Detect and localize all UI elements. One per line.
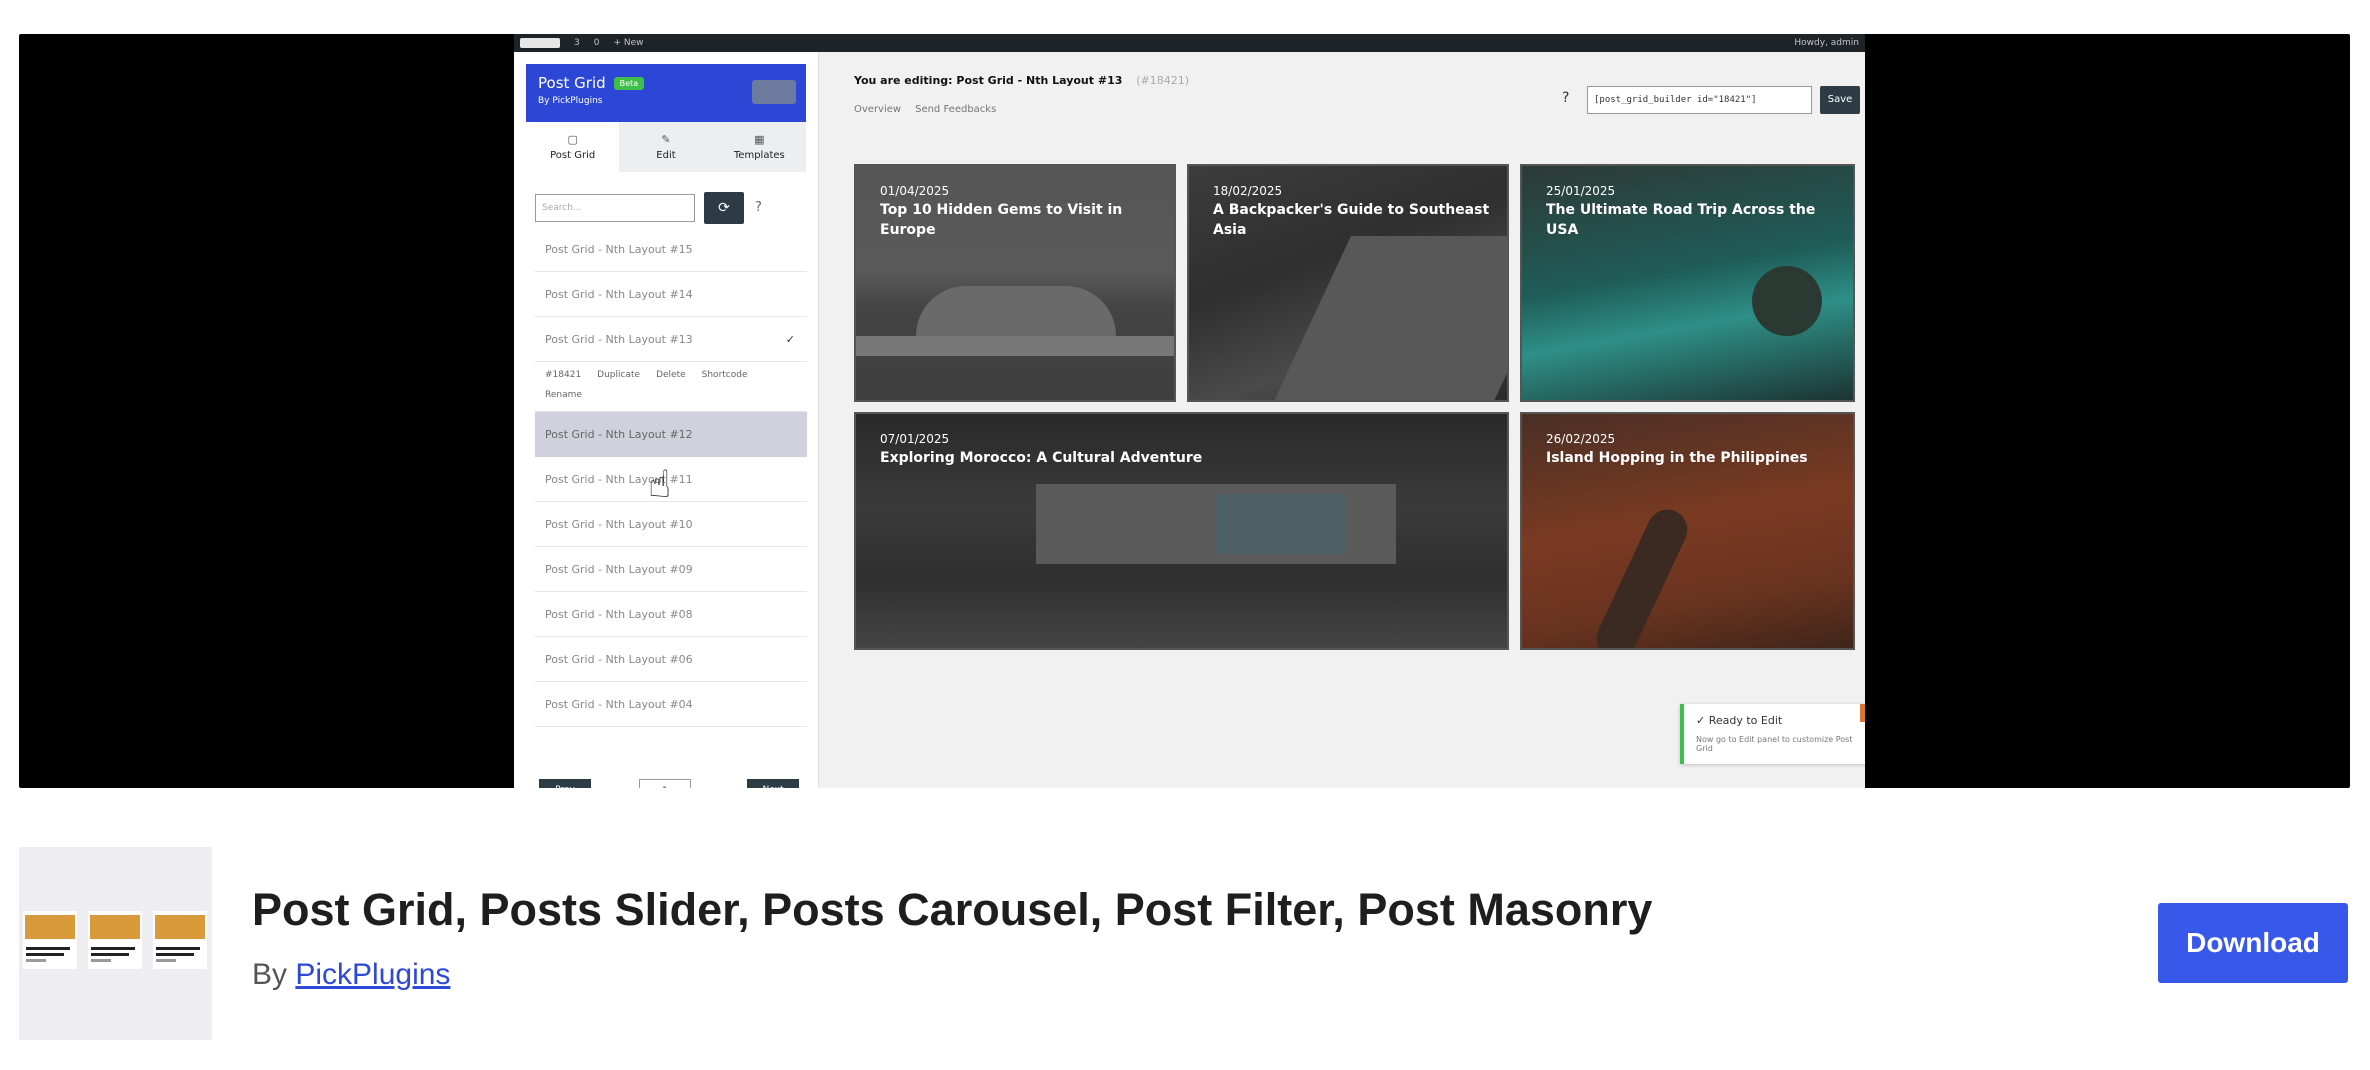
rock-shape [1752,266,1822,336]
post-date: 26/02/2025 [1546,432,1616,446]
post-card: 18/02/2025 A Backpacker's Guide to South… [1187,164,1509,402]
download-button[interactable]: Download [2158,903,2348,983]
list-item: Post Grid - Nth Layout #10 [535,502,807,547]
next-button: Next [747,779,799,788]
list-item-actions: #18421 Duplicate Delete Shortcode Rename [535,362,807,412]
river-shape [856,336,1174,356]
shortcode-field: [post_grid_builder id="18421"] [1587,86,1812,114]
post-title: A Backpacker's Guide to Southeast Asia [1213,202,1490,238]
list-item: Post Grid - Nth Layout #06 [535,637,807,682]
list-item: Post Grid - Nth Layout #08 [535,592,807,637]
sidebar-title: Post Grid [538,74,606,92]
tab-edit: ✎ Edit [619,122,712,172]
list-item: Post Grid - Nth Layout #15 [535,227,807,272]
author-link[interactable]: PickPlugins [295,958,450,991]
toast-title-text: Ready to Edit [1708,714,1783,727]
toast-subtitle: Now go to Edit panel to customize Post G… [1696,735,1853,753]
shortcode-action: Shortcode [701,370,748,380]
tab-label: Templates [733,150,785,161]
wp-bar-comments: 0 [593,38,600,48]
tab-post-grid: ▢ Post Grid [526,122,620,172]
post-date: 18/02/2025 [1213,184,1283,198]
pencil-icon: ✎ [661,133,671,146]
check-icon: ✓ [785,332,795,346]
by-prefix: By [252,958,288,991]
post-title: Island Hopping in the Philippines [1546,450,1808,466]
sidebar-search-input: Search... [535,194,695,222]
wp-bar-updates: 3 [574,38,580,48]
road-shape [1590,503,1694,648]
editor-links: Overview Send Feedbacks [854,104,996,115]
prev-button: Prev [539,779,591,788]
post-date: 01/04/2025 [880,184,950,198]
thumb-card [23,911,77,969]
refresh-icon: ⟳ [704,192,744,224]
page-number: 1 [639,779,691,788]
sidebar-pager: Prev 1 Next [535,779,807,788]
editing-label: You are editing: [854,74,953,87]
post-card: 25/01/2025 The Ultimate Road Trip Across… [1520,164,1855,402]
post-card: 01/04/2025 Top 10 Hidden Gems to Visit i… [854,164,1176,402]
post-title: Exploring Morocco: A Cultural Adventure [880,450,1203,466]
feedback-link: Send Feedbacks [915,104,997,115]
sidebar-header: Post Grid Beta By PickPlugins [526,64,806,122]
help-icon: ? [755,200,762,215]
toast-title: ✓ Ready to Edit [1696,714,1783,727]
grid-icon: ▢ [567,133,578,146]
list-item: Post Grid - Nth Layout #09 [535,547,807,592]
post-card: 07/01/2025 Exploring Morocco: A Cultural… [854,412,1509,650]
plugin-icon [19,847,212,1040]
list-item-label: Post Grid - Nth Layout #13 [545,332,693,346]
sidebar-tabs: ▢ Post Grid ✎ Edit ▦ Templates [526,122,806,172]
rename-action: Rename [545,389,582,400]
tab-templates: ▦ Templates [713,122,806,172]
thumb-card [88,911,142,969]
tab-label: Edit [656,150,676,161]
templates-icon: ▦ [754,133,765,146]
duplicate-action: Duplicate [597,370,641,380]
post-title: Top 10 Hidden Gems to Visit in Europe [880,202,1123,238]
item-id: #18421 [545,370,582,380]
hand-cursor-icon: ☝ [648,462,672,506]
plugin-byline: By PickPlugins [252,958,450,992]
mountain-shape [1267,236,1507,400]
overview-link: Overview [854,104,902,115]
wp-bar-new: + New [613,38,644,48]
editing-id: (#18421) [1136,74,1190,87]
wp-logo [520,38,560,48]
post-title: The Ultimate Road Trip Across the USA [1546,202,1816,238]
help-icon: ? [1562,90,1570,106]
sidebar-header-button [752,80,796,104]
thumb-card [153,911,207,969]
post-date: 07/01/2025 [880,432,950,446]
blue-house-shape [1216,494,1346,554]
toast-accent [1860,704,1865,722]
list-item-hovered: Post Grid - Nth Layout #12 [535,412,807,457]
delete-action: Delete [656,370,686,380]
wp-admin-bar: 3 0 + New Howdy, admin [514,34,1865,52]
tab-label: Post Grid [550,150,596,161]
post-grid-sidebar: Post Grid Beta By PickPlugins ▢ Post Gri… [514,52,819,788]
plugin-banner: 3 0 + New Howdy, admin Post Grid Beta By… [19,34,2350,788]
editing-name: Post Grid - Nth Layout #13 [956,74,1123,87]
list-item: Post Grid - Nth Layout #04 [535,682,807,727]
list-item: Post Grid - Nth Layout #14 [535,272,807,317]
list-item-active: Post Grid - Nth Layout #13 ✓ [535,317,807,362]
banner-screenshot: 3 0 + New Howdy, admin Post Grid Beta By… [514,34,1865,788]
beta-badge: Beta [613,76,645,90]
plugin-title: Post Grid, Posts Slider, Posts Carousel,… [252,884,1653,935]
building-shape [916,286,1116,336]
save-button: Save [1820,86,1860,114]
post-card: 26/02/2025 Island Hopping in the Philipp… [1520,412,1855,650]
editing-title: You are editing: Post Grid - Nth Layout … [854,74,1189,87]
wp-bar-howdy: Howdy, admin [1794,38,1859,48]
ready-toast: ✓ Ready to Edit Now go to Edit panel to … [1680,704,1865,764]
post-date: 25/01/2025 [1546,184,1616,198]
